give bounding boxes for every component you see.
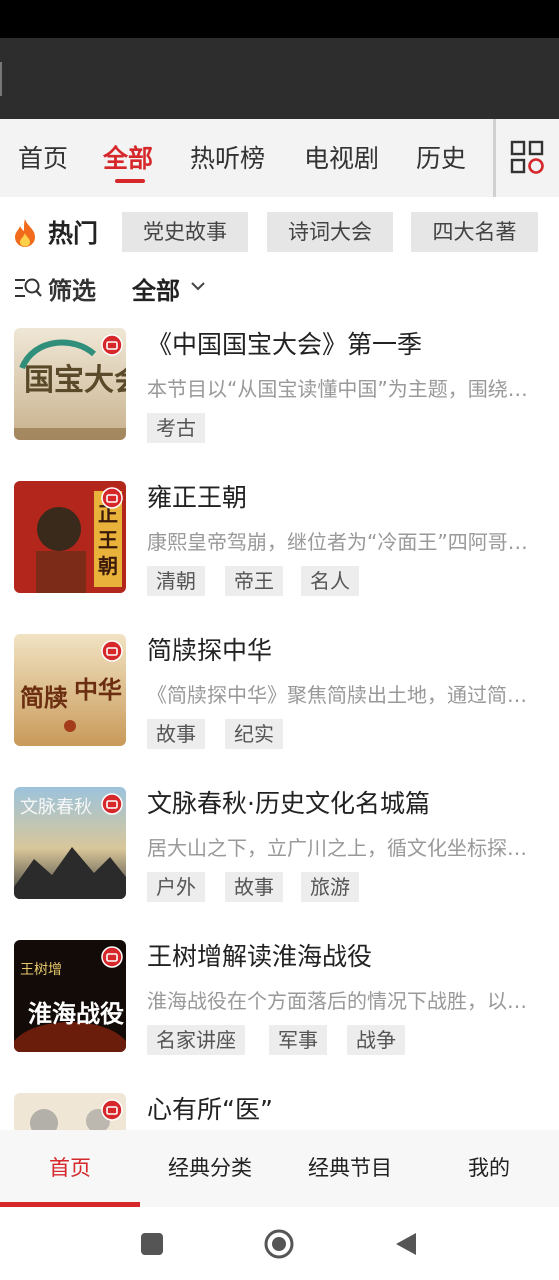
item-title: 《中国国宝大会》第一季 [147, 330, 423, 359]
list-item[interactable]: 王树增 淮海战役 王树增解读淮海战役 淮海战役在个方面落后的情况下战胜，以少胜多… [0, 934, 559, 1074]
item-description: 《简牍探中华》聚焦简牍出土地，通过简牍讲述中华文明 [147, 683, 543, 707]
tab-hot-list[interactable]: 热听榜 [190, 139, 265, 175]
hot-row: 热门 党史故事 诗词大会 四大名著 [0, 208, 559, 256]
radio-badge-icon [101, 640, 123, 662]
item-tag: 名家讲座 [147, 1025, 245, 1055]
item-tag: 故事 [225, 872, 283, 902]
item-description: 淮海战役在个方面落后的情况下战胜，以少胜多 [147, 989, 543, 1013]
nav-mine[interactable]: 我的 [419, 1130, 559, 1207]
svg-text:简牍: 简牍 [20, 684, 68, 712]
radio-badge-icon [101, 946, 123, 968]
radio-badge-icon [101, 487, 123, 509]
bottom-nav: 首页 经典分类 经典节目 我的 [0, 1130, 559, 1207]
list-item[interactable]: 简牍 中华 简牍探中华 《简牍探中华》聚焦简牍出土地，通过简牍讲述中华文明 故事… [0, 628, 559, 768]
item-tag: 军事 [269, 1025, 327, 1055]
radio-badge-icon [101, 793, 123, 815]
category-grid-button[interactable] [509, 139, 545, 175]
item-description: 本节目以“从国宝读懂中国”为主题，围绕国宝讲述中国故事 [147, 377, 543, 401]
hot-title: 热门 [48, 219, 99, 248]
svg-text:王: 王 [98, 528, 118, 552]
tab-all[interactable]: 全部 [103, 139, 153, 175]
filter-label: 筛选 [48, 277, 96, 305]
list-item[interactable]: 心有所“医” [0, 1087, 559, 1130]
back-icon[interactable] [392, 1229, 422, 1259]
item-tag: 故事 [147, 719, 205, 749]
item-title: 雍正王朝 [147, 483, 248, 512]
hot-chip-party-history[interactable]: 党史故事 [122, 212, 248, 252]
recents-icon[interactable] [137, 1229, 167, 1259]
app-bar-edge [0, 62, 2, 96]
svg-text:朝: 朝 [98, 554, 118, 578]
filter-row: 筛选 全部 [0, 266, 559, 310]
status-bar [0, 0, 559, 38]
nav-classic-categories[interactable]: 经典分类 [140, 1130, 280, 1207]
system-nav-bar [0, 1207, 559, 1280]
svg-text:中华: 中华 [74, 676, 122, 704]
hot-chip-classics[interactable]: 四大名著 [411, 212, 538, 252]
list-item[interactable]: 正 王 朝 雍正王朝 康熙皇帝驾崩，继位者为“冷面王”四阿哥胤禛 清朝 帝王 名… [0, 475, 559, 615]
active-tab-indicator [115, 179, 145, 183]
item-tag: 户外 [147, 872, 205, 902]
list-item[interactable]: 文脉春秋 文脉春秋·历史文化名城篇 居大山之下，立广川之上，循文化坐标探寻名城 … [0, 781, 559, 921]
home-circle-icon[interactable] [264, 1229, 294, 1259]
item-tag: 帝王 [225, 566, 283, 596]
program-list: 国宝大会 《中国国宝大会》第一季 本节目以“从国宝读懂中国”为主题，围绕国宝讲述… [0, 322, 559, 1130]
item-tag: 战争 [347, 1025, 405, 1055]
svg-text:淮海战役: 淮海战役 [28, 1000, 124, 1028]
hot-chip-poetry[interactable]: 诗词大会 [267, 212, 393, 252]
tab-tv-drama[interactable]: 电视剧 [304, 139, 379, 175]
item-description: 康熙皇帝驾崩，继位者为“冷面王”四阿哥胤禛 [147, 530, 543, 554]
svg-text:国宝大会: 国宝大会 [24, 363, 126, 398]
list-item[interactable]: 国宝大会 《中国国宝大会》第一季 本节目以“从国宝读懂中国”为主题，围绕国宝讲述… [0, 322, 559, 462]
category-tabbar: 首页 全部 热听榜 电视剧 历史 [0, 119, 559, 197]
item-description: 居大山之下，立广川之上，循文化坐标探寻名城 [147, 836, 543, 860]
item-title: 心有所“医” [147, 1095, 273, 1124]
item-tag: 清朝 [147, 566, 205, 596]
item-tag: 名人 [301, 566, 359, 596]
radio-badge-icon [101, 1099, 123, 1121]
chevron-down-icon[interactable] [190, 280, 206, 292]
item-title: 王树增解读淮海战役 [147, 942, 373, 971]
item-title: 文脉春秋·历史文化名城篇 [147, 789, 430, 818]
tab-history[interactable]: 历史 [416, 139, 466, 175]
svg-text:王树增: 王树增 [20, 962, 62, 978]
grid-icon [510, 140, 544, 174]
nav-classic-programs[interactable]: 经典节目 [280, 1130, 420, 1207]
tab-home[interactable]: 首页 [18, 139, 68, 175]
app-bar [0, 38, 559, 119]
nav-home[interactable]: 首页 [0, 1130, 140, 1207]
item-tag: 考古 [147, 413, 205, 443]
item-tag: 纪实 [225, 719, 283, 749]
svg-text:文脉春秋: 文脉春秋 [20, 797, 92, 818]
filter-dropdown[interactable]: 全部 [132, 271, 180, 306]
radio-badge-icon [101, 334, 123, 356]
flame-icon [15, 219, 35, 247]
filter-icon [15, 278, 42, 297]
item-tag: 旅游 [301, 872, 359, 902]
tab-divider [493, 119, 496, 197]
item-title: 简牍探中华 [147, 636, 273, 665]
